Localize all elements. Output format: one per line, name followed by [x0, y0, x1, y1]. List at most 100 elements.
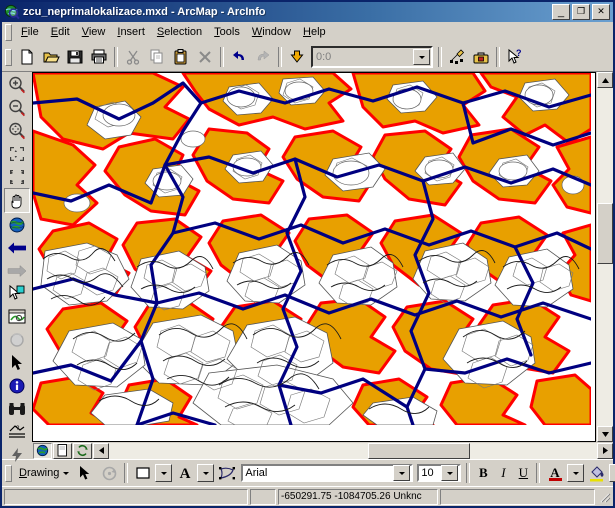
menu-file[interactable]: File: [15, 24, 45, 40]
drawing-separator: [536, 463, 541, 483]
measure-icon[interactable]: ?: [5, 420, 29, 443]
font-name-dropdown-arrow-icon[interactable]: [393, 465, 411, 481]
maximize-button[interactable]: ❐: [572, 4, 590, 20]
text-dropdown-arrow-icon[interactable]: [197, 464, 215, 482]
fixed-zoom-in-icon[interactable]: [5, 142, 29, 165]
map-scale-value: 0:0: [316, 51, 332, 63]
scroll-left-button[interactable]: [93, 442, 109, 459]
identify-info-icon[interactable]: [5, 374, 29, 397]
map-horizontal-scrollbar[interactable]: [93, 442, 613, 459]
rectangle-dropdown-arrow-icon[interactable]: [155, 464, 173, 482]
menu-selection[interactable]: Selection: [151, 24, 208, 40]
scale-dropdown-arrow-icon[interactable]: [413, 49, 430, 65]
font-size-value: 10: [421, 467, 434, 479]
menubar: File Edit View Insert Selection Tools Wi…: [2, 22, 613, 43]
drawing-separator: [466, 463, 471, 483]
font-size-dropdown-arrow-icon[interactable]: [441, 465, 459, 481]
layout-view-tab[interactable]: [53, 442, 72, 459]
window-title: zcu_neprimalokalizace.mxd - ArcMap - Arc…: [23, 6, 266, 18]
copy-icon[interactable]: [146, 46, 168, 68]
font-color-icon[interactable]: A: [544, 462, 566, 484]
fill-color-dropdown-arrow-icon[interactable]: [609, 464, 615, 482]
new-text-icon[interactable]: A: [174, 462, 196, 484]
back-extent-icon[interactable]: [5, 236, 29, 259]
fill-color-icon[interactable]: [586, 462, 608, 484]
map-vertical-scrollbar[interactable]: [596, 72, 613, 442]
select-features-icon[interactable]: [5, 282, 29, 305]
find-binoculars-icon[interactable]: [5, 397, 29, 420]
pan-hand-icon[interactable]: [3, 188, 30, 213]
arctoolbox-icon[interactable]: [470, 46, 492, 68]
menu-edit[interactable]: Edit: [45, 24, 76, 40]
delete-x-icon[interactable]: [194, 46, 216, 68]
drawing-separator: [124, 463, 129, 483]
map-view-container: [32, 72, 613, 459]
horizontal-scroll-thumb[interactable]: [367, 442, 471, 459]
maximize-icon: ❐: [576, 6, 586, 16]
svg-text:A: A: [180, 466, 191, 481]
add-data-icon[interactable]: [286, 46, 308, 68]
select-elements-icon[interactable]: [74, 462, 96, 484]
drawing-menu-button[interactable]: Drawing: [15, 465, 73, 481]
print-icon[interactable]: [88, 46, 110, 68]
menubar-gripper[interactable]: [5, 23, 12, 41]
resize-grip-icon[interactable]: [597, 490, 611, 504]
zoom-out-icon[interactable]: [5, 96, 29, 119]
undo-arrow-icon[interactable]: [228, 46, 250, 68]
map-canvas[interactable]: [32, 72, 596, 442]
underline-button[interactable]: U: [513, 463, 533, 483]
refresh-view-button[interactable]: [73, 442, 92, 459]
select-by-graphics-icon[interactable]: [5, 305, 29, 328]
vertical-scroll-thumb[interactable]: [597, 202, 613, 264]
rotate-element-icon[interactable]: [98, 462, 120, 484]
select-elements-arrow-icon[interactable]: [5, 351, 29, 374]
svg-text:A: A: [550, 465, 560, 480]
menu-window[interactable]: Window: [246, 24, 297, 40]
nudge-icon[interactable]: [216, 462, 238, 484]
map-row: [32, 72, 613, 442]
drawing-toolbar-gripper[interactable]: [5, 464, 12, 482]
redo-arrow-icon[interactable]: [252, 46, 274, 68]
horizontal-scroll-track[interactable]: [109, 442, 597, 459]
vertical-scroll-track[interactable]: [597, 88, 613, 426]
full-extent-globe-icon[interactable]: [5, 213, 29, 236]
font-size-combo[interactable]: 10: [417, 464, 462, 482]
status-coordinates: -650291.75 -1084705.26 Unknc: [278, 488, 438, 505]
forward-extent-icon[interactable]: [5, 259, 29, 282]
menu-tools[interactable]: Tools: [208, 24, 246, 40]
statusbar: -650291.75 -1084705.26 Unknc: [2, 486, 613, 506]
minimize-button[interactable]: _: [552, 4, 570, 20]
pan-zoom-icon[interactable]: [5, 119, 29, 142]
open-folder-icon[interactable]: [40, 46, 62, 68]
data-view-tab[interactable]: [33, 442, 52, 459]
map-scale-combo[interactable]: 0:0: [311, 46, 433, 68]
new-rectangle-icon[interactable]: [132, 462, 154, 484]
svg-text:?: ?: [516, 48, 522, 58]
toolbar-separator: [114, 47, 118, 67]
font-color-dropdown-arrow-icon[interactable]: [567, 464, 585, 482]
minimize-icon: _: [557, 6, 565, 18]
tools-toolbar: ?: [2, 72, 32, 462]
save-disk-icon[interactable]: [64, 46, 86, 68]
whats-this-help-icon[interactable]: ?: [504, 46, 526, 68]
scroll-right-button[interactable]: [597, 442, 613, 459]
menu-view[interactable]: View: [76, 24, 112, 40]
scroll-up-button[interactable]: [597, 72, 613, 88]
new-document-icon[interactable]: [16, 46, 38, 68]
fixed-zoom-out-icon[interactable]: [5, 165, 29, 188]
font-name-combo[interactable]: Arial: [241, 464, 414, 482]
hyperlink-lightning-icon[interactable]: [5, 443, 29, 466]
menu-insert[interactable]: Insert: [111, 24, 151, 40]
toolbar-gripper[interactable]: [5, 48, 12, 66]
close-button[interactable]: ✕: [592, 4, 610, 20]
cut-scissors-icon[interactable]: [122, 46, 144, 68]
menu-help[interactable]: Help: [297, 24, 332, 40]
italic-button[interactable]: I: [493, 463, 513, 483]
zoom-in-icon[interactable]: [5, 73, 29, 96]
editor-toolbar-icon[interactable]: [446, 46, 468, 68]
clear-selection-icon[interactable]: [5, 328, 29, 351]
paste-clipboard-icon[interactable]: [170, 46, 192, 68]
scroll-down-button[interactable]: [597, 426, 613, 442]
status-small-panel: [250, 488, 276, 505]
bold-button[interactable]: B: [473, 463, 493, 483]
